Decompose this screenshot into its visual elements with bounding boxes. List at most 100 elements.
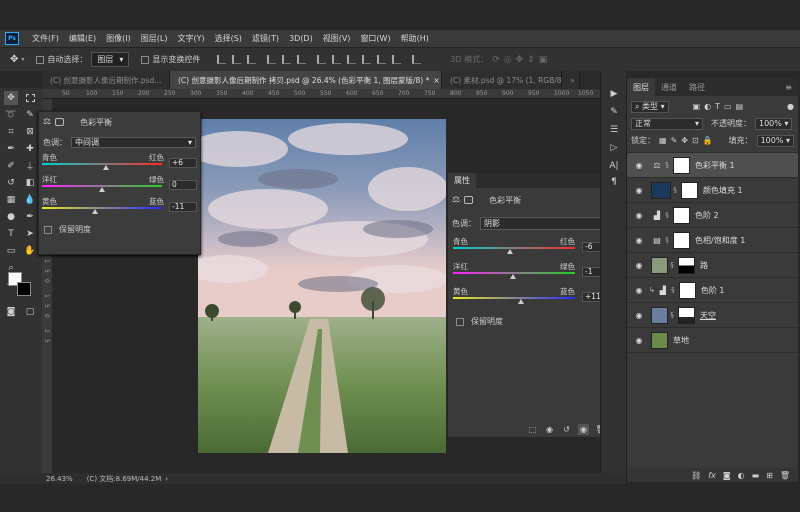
path-select-tool-icon[interactable]: ➤ bbox=[23, 227, 37, 241]
lasso-tool-icon[interactable]: ➰ bbox=[4, 108, 18, 122]
slider-thumb[interactable] bbox=[102, 165, 109, 170]
slider-track[interactable] bbox=[453, 297, 575, 299]
history-brush-tool-icon[interactable]: ↺ bbox=[4, 176, 18, 190]
move-tool-icon[interactable]: ✥ bbox=[4, 91, 18, 105]
eye-icon[interactable]: ◉ bbox=[633, 286, 645, 295]
background-color-swatch[interactable] bbox=[17, 282, 31, 296]
distribute-top-icon[interactable] bbox=[317, 55, 327, 64]
slider-thumb[interactable] bbox=[91, 209, 98, 214]
layer-row[interactable]: ◉ ▟ § 色阶 2 bbox=[627, 203, 798, 228]
layer-row[interactable]: ◉ § 颜色填充 1 bbox=[627, 178, 798, 203]
clip-to-layer-icon[interactable]: ⬚ bbox=[527, 424, 538, 435]
screen-mode-icon[interactable]: ▢ bbox=[23, 305, 37, 319]
layer-mask-thumbnail[interactable] bbox=[678, 256, 695, 274]
lock-paint-icon[interactable]: ✎ bbox=[671, 136, 678, 145]
eye-icon[interactable]: ◉ bbox=[633, 311, 645, 320]
crop-tool-icon[interactable]: ⌗ bbox=[4, 125, 18, 139]
slider-value-field[interactable]: -11 bbox=[169, 202, 197, 212]
visibility-eye-icon[interactable]: ◉ bbox=[578, 423, 589, 435]
link-layers-icon[interactable]: ⛓ bbox=[691, 471, 701, 480]
character-panel-icon[interactable]: A| bbox=[607, 159, 621, 173]
distribute-right-icon[interactable] bbox=[392, 55, 402, 64]
transform-controls-checkbox[interactable] bbox=[141, 55, 150, 64]
mask-icon[interactable] bbox=[464, 196, 474, 204]
panel-menu-icon[interactable]: ≡ bbox=[785, 83, 792, 92]
move-tool-icon[interactable]: ✥ bbox=[10, 54, 18, 65]
opacity-field[interactable]: 100% ▾ bbox=[755, 117, 793, 130]
close-icon[interactable]: × bbox=[433, 76, 439, 85]
menu-edit[interactable]: 编辑(E) bbox=[64, 33, 101, 44]
slider-track[interactable] bbox=[42, 207, 162, 209]
align-top-icon[interactable] bbox=[267, 55, 277, 64]
lock-pixels-icon[interactable]: ▦ bbox=[659, 136, 667, 145]
menu-help[interactable]: 帮助(H) bbox=[396, 33, 434, 44]
filter-shape-icon[interactable]: ▭ bbox=[724, 102, 732, 111]
eyedropper-tool-icon[interactable]: ✒ bbox=[4, 142, 18, 156]
healing-brush-tool-icon[interactable]: ✚ bbox=[23, 142, 37, 156]
hand-tool-icon[interactable]: ✋ bbox=[23, 244, 37, 258]
auto-align-icon[interactable] bbox=[412, 55, 422, 64]
brush-panel-icon[interactable]: ✎ bbox=[607, 105, 621, 119]
tone-select[interactable]: 阴影 ▾ bbox=[480, 217, 608, 230]
align-right-icon[interactable] bbox=[247, 55, 257, 64]
layer-mask-thumbnail[interactable] bbox=[681, 181, 698, 199]
menu-filter[interactable]: 滤镜(T) bbox=[247, 33, 284, 44]
align-vcenter-icon[interactable] bbox=[282, 55, 292, 64]
distribute-hcenter-icon[interactable] bbox=[377, 55, 387, 64]
slider-value-field[interactable]: +6 bbox=[169, 158, 197, 168]
slider-track[interactable] bbox=[453, 247, 575, 249]
lock-all-icon[interactable]: 🔒 bbox=[703, 136, 713, 145]
layer-row[interactable]: ◉ ▤ § 色相/饱和度 1 bbox=[627, 228, 798, 253]
tab-layers[interactable]: 图层 bbox=[627, 78, 655, 96]
adjustments-panel-icon[interactable]: ☰ bbox=[607, 123, 621, 137]
menu-select[interactable]: 选择(S) bbox=[210, 33, 247, 44]
eye-icon[interactable]: ◉ bbox=[633, 161, 645, 170]
add-mask-icon[interactable]: ◙ bbox=[723, 471, 731, 480]
tab-document-3[interactable]: (C) 素材.psd @ 17% (1, RGB/8... bbox=[442, 71, 562, 89]
document-info[interactable]: (C) 文档:8.69M/44.2M bbox=[87, 474, 162, 484]
align-left-icon[interactable] bbox=[217, 55, 227, 64]
menu-file[interactable]: 文件(F) bbox=[27, 33, 64, 44]
layer-row[interactable]: ◉ § 路 bbox=[627, 253, 798, 278]
chevron-right-icon[interactable]: › bbox=[165, 475, 168, 483]
layer-row[interactable]: ◉ ⚖ § 色彩平衡 1 bbox=[627, 153, 798, 178]
type-tool-icon[interactable]: T bbox=[4, 227, 18, 241]
eye-icon[interactable]: ◉ bbox=[633, 236, 645, 245]
slider-thumb[interactable] bbox=[507, 249, 514, 254]
new-adjustment-layer-icon[interactable]: ◐ bbox=[738, 471, 745, 480]
tool-preset-chevron-icon[interactable]: ▾ bbox=[21, 56, 24, 63]
3d-slide-icon[interactable]: ⇕ bbox=[527, 55, 535, 65]
layer-row[interactable]: ◉ ↳ ▟ § 色阶 1 bbox=[627, 278, 798, 303]
dodge-tool-icon[interactable]: ● bbox=[4, 210, 18, 224]
menu-layer[interactable]: 图层(L) bbox=[136, 33, 173, 44]
layer-mask-thumbnail[interactable] bbox=[673, 206, 690, 224]
layer-thumbnail[interactable] bbox=[651, 181, 671, 199]
distribute-left-icon[interactable] bbox=[362, 55, 372, 64]
eye-icon[interactable]: ◉ bbox=[633, 211, 645, 220]
tab-overflow-button[interactable]: » bbox=[562, 71, 580, 89]
filter-type-icon[interactable]: T bbox=[715, 102, 720, 111]
zoom-level[interactable]: 26.43% bbox=[46, 475, 73, 483]
tab-properties[interactable]: 属性 bbox=[448, 173, 476, 188]
tab-paths[interactable]: 路径 bbox=[683, 78, 711, 96]
3d-roll-icon[interactable]: ◎ bbox=[504, 55, 512, 65]
auto-select-checkbox[interactable] bbox=[36, 55, 45, 64]
slider-thumb[interactable] bbox=[509, 274, 516, 279]
layer-row[interactable]: ◉ 草地 bbox=[627, 328, 798, 353]
auto-select-dropdown[interactable]: 图层 ▾ bbox=[91, 52, 130, 67]
frame-tool-icon[interactable]: ⊠ bbox=[23, 125, 37, 139]
actions-panel-icon[interactable]: ▷ bbox=[607, 141, 621, 155]
lock-artboard-icon[interactable]: ⊡ bbox=[692, 136, 699, 145]
fill-field[interactable]: 100% ▾ bbox=[756, 134, 794, 147]
marquee-tool-icon[interactable] bbox=[23, 91, 37, 105]
gradient-tool-icon[interactable]: ▦ bbox=[4, 193, 18, 207]
new-layer-icon[interactable]: ⊞ bbox=[766, 471, 773, 480]
layer-mask-thumbnail[interactable] bbox=[673, 156, 690, 174]
align-hcenter-icon[interactable] bbox=[232, 55, 242, 64]
3d-scale-icon[interactable]: ▣ bbox=[539, 55, 548, 65]
quick-mask-icon[interactable]: ◙ bbox=[4, 305, 18, 319]
layer-row[interactable]: ◉ § 天空 bbox=[627, 303, 798, 328]
layer-style-icon[interactable]: fx bbox=[708, 471, 716, 480]
canvas-photo[interactable] bbox=[198, 119, 446, 453]
tab-document-1[interactable]: (C) 创意摄影人像后期制作.psd... bbox=[42, 71, 170, 89]
